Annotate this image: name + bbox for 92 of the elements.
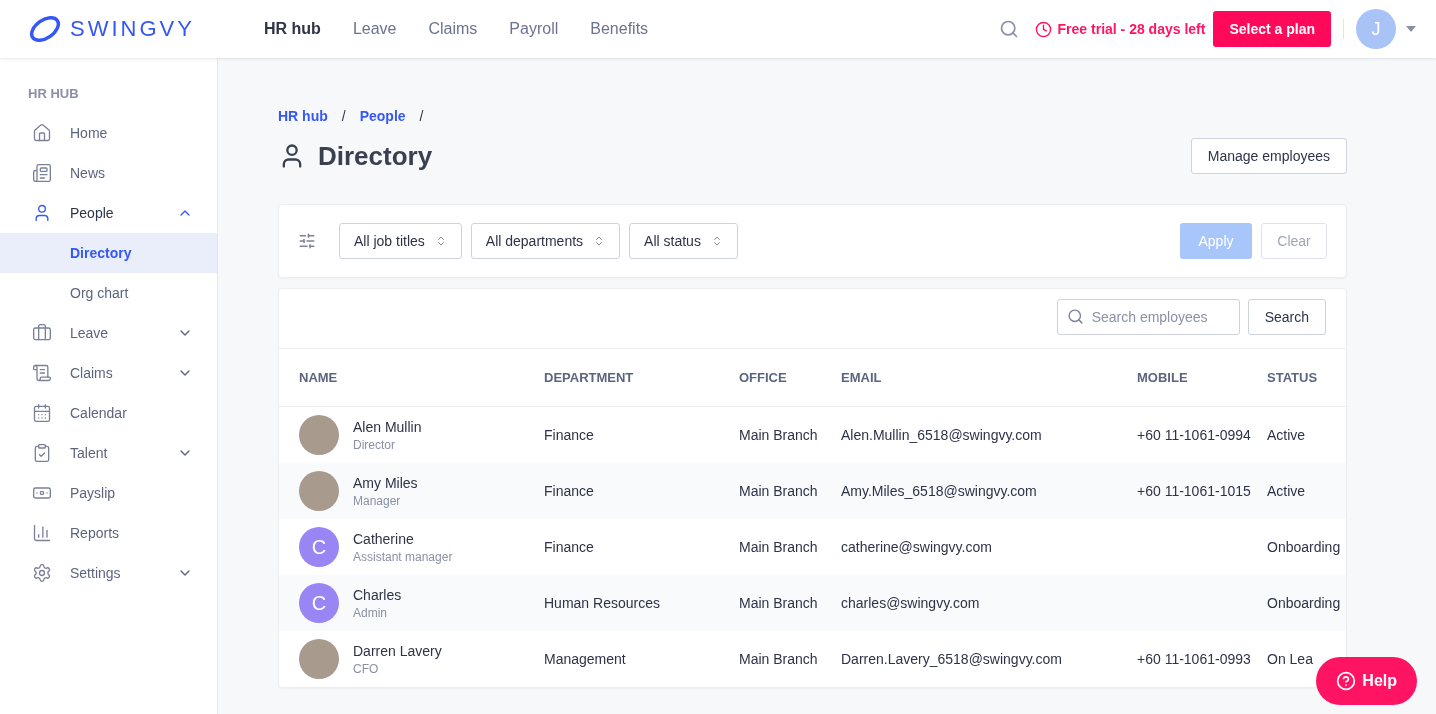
table-cell: On Lea	[1267, 651, 1313, 667]
photo-placeholder	[299, 471, 339, 511]
table-cell: Finance	[544, 539, 594, 555]
bar-chart-icon	[32, 523, 52, 543]
initial-avatar: C	[299, 527, 339, 567]
nav-tab[interactable]: Benefits	[590, 20, 649, 38]
column-header: MOBILE	[1137, 369, 1189, 387]
table-cell: Active	[1267, 427, 1306, 443]
table-cell: Main Branch	[739, 539, 818, 555]
employee-role: Director	[353, 437, 396, 452]
caret-icon[interactable]	[1406, 26, 1416, 32]
table-cell: Main Branch	[739, 651, 818, 667]
nav-tab[interactable]: Leave	[352, 20, 397, 38]
breadcrumb-separator: /	[419, 108, 424, 124]
initial-avatar: C	[299, 583, 339, 623]
clipboard-check-icon	[32, 443, 52, 463]
column-header: OFFICE	[739, 369, 788, 387]
sidebar-item[interactable]: Claims	[0, 353, 217, 393]
table-cell: Onboarding	[1267, 595, 1341, 611]
employee-role: CFO	[353, 661, 380, 676]
table-cell: charles@swingvy.com	[841, 595, 980, 611]
column-header: EMAIL	[841, 369, 883, 387]
employee-name[interactable]: Darren Lavery	[353, 642, 442, 659]
filter-icon[interactable]	[298, 232, 316, 250]
breadcrumb-link[interactable]: HR hub	[278, 108, 328, 124]
breadcrumb-link[interactable]: People	[359, 108, 406, 124]
settings-icon	[32, 563, 52, 583]
sidebar-item[interactable]: People	[0, 193, 217, 233]
table-cell: +60 11-1061-1015	[1137, 483, 1251, 499]
sidebar-item[interactable]: Reports	[0, 513, 217, 553]
help-icon	[1336, 671, 1357, 691]
document-icon	[32, 363, 52, 383]
sidebar-item[interactable]: Home	[0, 113, 217, 153]
briefcase-icon	[32, 323, 52, 343]
table-cell: Finance	[544, 427, 594, 443]
table-cell: Onboarding	[1267, 539, 1341, 555]
employee-name[interactable]: Catherine	[353, 530, 453, 547]
table-cell: catherine@swingvy.com	[841, 539, 992, 555]
trial-text: Free trial - 28 days left	[1057, 21, 1206, 37]
sidebar-item[interactable]: Settings	[0, 553, 217, 593]
table-cell: Main Branch	[739, 427, 818, 443]
logo-icon	[28, 14, 62, 44]
select-plan-button[interactable]: Select a plan	[1213, 11, 1331, 47]
sidebar-subitem[interactable]: Directory	[0, 233, 217, 273]
table-cell: +60 11-1061-0994	[1137, 427, 1251, 443]
column-header: DEPARTMENT	[544, 369, 635, 387]
search-button[interactable]: Search	[1247, 299, 1326, 335]
employee-role: Manager	[353, 493, 402, 508]
table-cell: Finance	[544, 483, 594, 499]
brand-name: SWINGVY	[70, 16, 195, 42]
nav-tab[interactable]: Payroll	[509, 20, 559, 38]
sidebar-item[interactable]: News	[0, 153, 217, 193]
page-title: Directory	[318, 140, 433, 172]
sidebar-item[interactable]: Payslip	[0, 473, 217, 513]
table-cell: Human Resources	[544, 595, 660, 611]
photo-placeholder	[299, 415, 339, 455]
nav-tab[interactable]: Claims	[428, 20, 478, 38]
table-cell: +60 11-1061-0993	[1137, 651, 1251, 667]
column-header: NAME	[299, 369, 339, 387]
employee-role: Assistant manager	[353, 549, 453, 564]
employee-name[interactable]: Amy Miles	[353, 474, 418, 491]
filter-dropdown[interactable]: All job titles	[339, 223, 462, 259]
sidebar-item[interactable]: Leave	[0, 313, 217, 353]
home-icon	[32, 123, 52, 143]
employee-role: Admin	[353, 605, 388, 620]
table-cell: Management	[544, 651, 626, 667]
help-button[interactable]: Help	[1316, 657, 1417, 705]
manage-employees-button[interactable]: Manage employees	[1190, 138, 1347, 174]
table-cell: Alen.Mullin_6518@swingvy.com	[841, 427, 1042, 443]
search-icon	[1066, 308, 1084, 325]
sidebar-item[interactable]: Talent	[0, 433, 217, 473]
employee-name[interactable]: Charles	[353, 586, 402, 603]
table-cell: Darren.Lavery_6518@swingvy.com	[841, 651, 1062, 667]
search-icon[interactable]	[998, 19, 1019, 39]
sidebar-heading: HR HUB	[27, 86, 80, 103]
column-header: STATUS	[1267, 369, 1319, 387]
filter-dropdown[interactable]: All status	[629, 223, 738, 259]
nav-tab[interactable]: HR hub	[264, 20, 321, 38]
employee-name[interactable]: Alen Mullin	[353, 418, 422, 435]
breadcrumb-separator: /	[341, 108, 346, 124]
clock-icon	[1034, 20, 1052, 38]
table-cell: Main Branch	[739, 595, 818, 611]
table-cell: Main Branch	[739, 483, 818, 499]
photo-placeholder	[299, 639, 339, 679]
calendar-icon	[32, 403, 52, 423]
filter-dropdown[interactable]: All departments	[470, 223, 621, 259]
table-cell: Amy.Miles_6518@swingvy.com	[841, 483, 1037, 499]
sidebar-subitem[interactable]: Org chart	[0, 273, 217, 313]
sidebar-item[interactable]: Calendar	[0, 393, 217, 433]
search-field[interactable]: Search employees	[1056, 299, 1240, 335]
table-cell: Active	[1267, 483, 1306, 499]
newspaper-icon	[32, 163, 52, 183]
